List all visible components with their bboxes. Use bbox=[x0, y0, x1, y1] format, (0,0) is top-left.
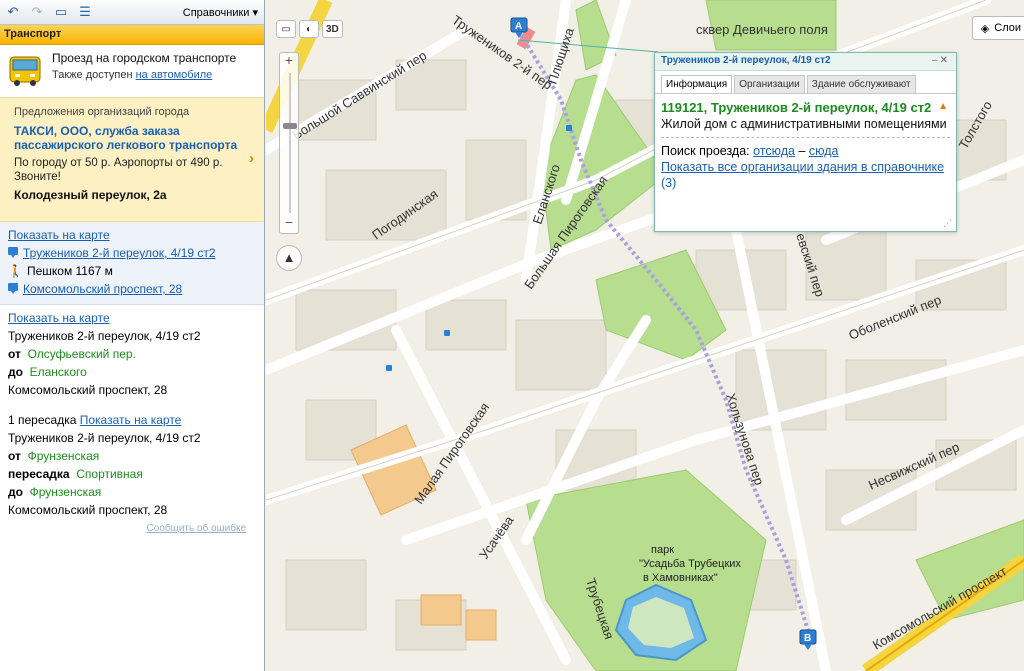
popup-tabs: Информация Организации Здание обслуживаю… bbox=[655, 71, 956, 94]
tab-organizations[interactable]: Организации bbox=[734, 75, 805, 93]
map-view[interactable]: Тружеников 2-й пер Плющиха Большой Савви… bbox=[266, 0, 1024, 671]
compass-icon[interactable]: ▲ bbox=[276, 245, 302, 271]
show-on-map-link[interactable]: Показать на карте bbox=[80, 413, 182, 427]
marker-a-icon bbox=[8, 247, 18, 258]
ruler-icon[interactable]: ▭ bbox=[276, 20, 296, 38]
3d-button[interactable]: 3D bbox=[322, 20, 343, 38]
walk-icon: 🚶 bbox=[8, 264, 23, 278]
rotate-icon[interactable]: ◐ bbox=[299, 20, 319, 38]
transport-mode: Проезд на городском транспорте Также дос… bbox=[0, 45, 264, 97]
back-arrow-icon[interactable]: ↶ bbox=[4, 4, 22, 20]
reference-menu[interactable]: Справочники ▾ bbox=[183, 6, 260, 19]
layers-icon: ◈ bbox=[980, 22, 990, 35]
layers-button[interactable]: ◈ Слои bbox=[971, 16, 1024, 40]
ad-title[interactable]: ТАКСИ, ООО, служба заказа пассажирского … bbox=[14, 124, 244, 152]
street-label: сквер Девичьего поля bbox=[696, 22, 828, 37]
park-label: парк bbox=[651, 544, 674, 556]
chevron-right-icon[interactable]: › bbox=[249, 150, 254, 167]
popup-header: Тружеников 2-й переулок, 4/19 ст2 bbox=[661, 55, 831, 66]
warning-icon[interactable]: ▲ bbox=[938, 101, 948, 112]
show-on-map-link[interactable]: Показать на карте bbox=[8, 228, 110, 242]
park-label: "Усадьба Трубецких bbox=[639, 558, 741, 570]
svg-text:B: B bbox=[804, 633, 811, 644]
info-popup: Тружеников 2-й переулок, 4/19 ст2 –✕ Инф… bbox=[654, 52, 957, 232]
ad-address: Колодезный переулок, 2а bbox=[14, 188, 167, 202]
car-mode-link[interactable]: на автомобиле bbox=[136, 69, 213, 81]
list-icon[interactable]: ☰ bbox=[76, 4, 94, 20]
show-on-map-link[interactable]: Показать на карте bbox=[8, 311, 110, 325]
bus-icon bbox=[9, 56, 41, 86]
forward-arrow-icon[interactable]: ↷ bbox=[28, 4, 46, 20]
marker-b-icon bbox=[8, 283, 18, 294]
route-option-2: 1 пересадка Показать на карте Тружеников… bbox=[8, 413, 201, 517]
popup-description: Жилой дом с административными помещениям… bbox=[661, 117, 947, 131]
popup-controls[interactable]: –✕ bbox=[932, 55, 950, 68]
park-label: в Хамовниках" bbox=[643, 572, 718, 584]
show-all-orgs-link[interactable]: Показать все организации здания в справо… bbox=[661, 160, 944, 174]
route-option-1: Показать на карте Тружеников 2-й переуло… bbox=[8, 311, 201, 397]
resize-icon[interactable]: ⋰ bbox=[943, 218, 952, 229]
ad-block[interactable]: Предложения организаций города ТАКСИ, ОО… bbox=[0, 97, 264, 222]
route-walk: Показать на карте Тружеников 2-й переуло… bbox=[0, 222, 264, 305]
route-from-here-link[interactable]: отсюда bbox=[753, 144, 795, 158]
mode-title: Проезд на городском транспорте bbox=[52, 51, 237, 65]
left-panel: ↶ ↷ ▭ ☰ Справочники ▾ Транспорт Проезд н… bbox=[0, 0, 265, 671]
popup-title: 119121, Тружеников 2-й переулок, 4/19 ст… bbox=[661, 100, 932, 115]
map-tools: ▭ ◐ 3D bbox=[276, 20, 343, 38]
svg-text:A: A bbox=[515, 21, 522, 32]
route-start-link[interactable]: Тружеников 2-й переулок, 4/19 ст2 bbox=[23, 246, 216, 260]
route-to-here-link[interactable]: сюда bbox=[809, 144, 839, 158]
zoom-slider-track[interactable] bbox=[289, 73, 291, 213]
report-error-link[interactable]: Сообщить об ошибке bbox=[0, 519, 264, 534]
print-icon[interactable]: ▭ bbox=[52, 4, 70, 20]
ad-description: По городу от 50 р. Аэропорты от 490 р. З… bbox=[14, 157, 223, 183]
zoom-in-button[interactable]: + bbox=[280, 53, 298, 69]
section-header: Транспорт bbox=[0, 25, 264, 45]
zoom-slider-handle[interactable] bbox=[283, 123, 297, 129]
zoom-out-button[interactable]: − bbox=[280, 215, 298, 231]
tab-building-services[interactable]: Здание обслуживают bbox=[806, 75, 916, 93]
zoom-control: + − bbox=[279, 52, 299, 234]
tab-information[interactable]: Информация bbox=[661, 75, 733, 93]
ad-caption: Предложения организаций города bbox=[14, 106, 190, 118]
toolbar: ↶ ↷ ▭ ☰ Справочники ▾ bbox=[0, 0, 264, 25]
route-end-link[interactable]: Комсомольский проспект, 28 bbox=[23, 282, 182, 296]
